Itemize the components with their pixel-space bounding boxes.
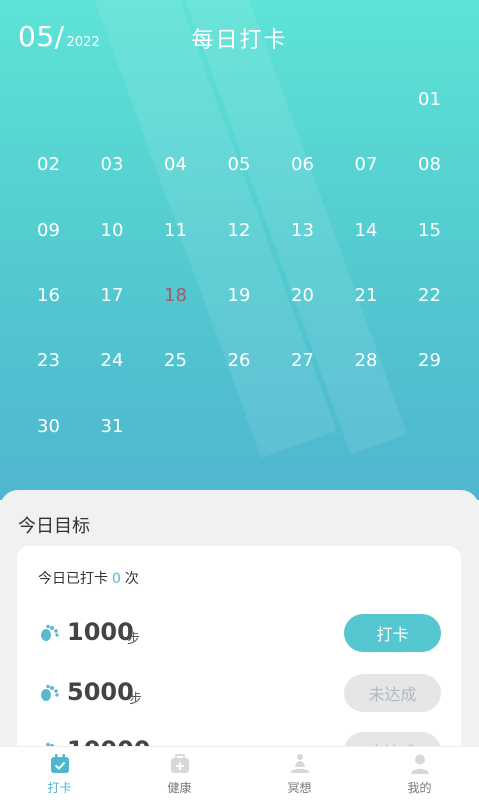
calendar-day-label: 12	[227, 219, 251, 241]
calendar-day[interactable]: 14	[335, 198, 398, 263]
calendar-day[interactable]: 02	[17, 132, 80, 197]
calendar-day-label: 15	[418, 219, 441, 241]
calendar-day[interactable]: 31	[81, 394, 144, 459]
calendar-day[interactable]: 23	[17, 328, 80, 393]
calendar-day-label: 24	[100, 350, 124, 372]
calendar-day[interactable]: 22	[398, 263, 461, 328]
calendar-day[interactable]: 21	[335, 263, 398, 328]
calendar-day[interactable]: 19	[208, 263, 271, 328]
calendar-day-label: 13	[291, 219, 314, 241]
calendar-day[interactable]: 08	[398, 132, 461, 197]
goal-unit: 步	[129, 692, 143, 707]
calendar-day[interactable]: 17	[81, 263, 144, 328]
goals-card: 今日已打卡 0 次 1000 步 打卡 5000 步 未达成	[17, 546, 461, 776]
calendar-day-label: 28	[354, 350, 378, 372]
section-title: 今日目标	[18, 516, 90, 537]
calendar-day[interactable]: 13	[271, 198, 334, 263]
calendar-day-label: 05	[227, 154, 251, 176]
calendar-day[interactable]: 11	[144, 198, 207, 263]
tab-profile[interactable]: 我的	[360, 747, 479, 800]
calendar-day[interactable]: 16	[17, 263, 80, 328]
calendar-day[interactable]: 10	[81, 198, 144, 263]
calendar-day-label: 07	[354, 154, 378, 176]
calendar-day[interactable]: 01	[398, 67, 461, 132]
calendar-day-label: 09	[37, 219, 60, 241]
goal-row: 1000 步 打卡	[17, 614, 461, 654]
not-achieved-button[interactable]: 未达成	[344, 674, 441, 712]
calendar-day[interactable]: 20	[271, 263, 334, 328]
calendar-day[interactable]: 04	[144, 132, 207, 197]
calendar-day[interactable]: 24	[81, 328, 144, 393]
goal-unit: 步	[127, 632, 141, 647]
calendar-day-label: 19	[227, 284, 251, 306]
footprint-icon	[41, 684, 59, 701]
calendar-day-label: 01	[418, 89, 441, 110]
goals-sheet: 今日目标 今日已打卡 0 次 1000 步 打卡 5000 步 未达成	[0, 490, 479, 776]
calendar-day-label: 08	[418, 154, 441, 176]
tab-health[interactable]: 健康	[120, 747, 239, 800]
tab-label: 冥想	[287, 781, 312, 795]
checkin-suffix: 次	[124, 571, 139, 587]
calendar-day-label: 16	[37, 284, 60, 306]
footprint-icon	[41, 624, 59, 641]
calendar-header: 05/2022 每日打卡 01 02 03 04 05 06 07 08 09 10 11 12 13 1…	[0, 0, 479, 500]
meditation-icon	[291, 754, 309, 773]
calendar-day[interactable]: 29	[398, 328, 461, 393]
calendar-day[interactable]: 06	[271, 132, 334, 197]
calendar-day-label: 21	[354, 284, 378, 306]
tab-meditation[interactable]: 冥想	[240, 747, 359, 800]
checkin-prefix: 今日已打卡	[38, 571, 108, 587]
checkin-summary: 今日已打卡 0 次	[38, 568, 139, 588]
calendar-day[interactable]: 30	[17, 394, 80, 459]
tab-checkin[interactable]: 打卡	[0, 747, 119, 800]
calendar-day-label: 10	[100, 219, 124, 241]
calendar-day-label: 22	[418, 284, 441, 306]
calendar-day[interactable]: 25	[144, 328, 207, 393]
calendar-day-label: 03	[100, 154, 124, 176]
calendar-day-label: 31	[100, 415, 124, 437]
calendar-day-label: 30	[37, 415, 60, 437]
calendar-day[interactable]: 15	[398, 198, 461, 263]
calendar-day[interactable]: 07	[335, 132, 398, 197]
calendar-day-label: 27	[291, 350, 314, 372]
tab-label: 健康	[167, 781, 192, 795]
calendar-day[interactable]: 28	[335, 328, 398, 393]
checkin-count: 0	[112, 571, 121, 587]
user-icon	[411, 754, 429, 774]
goal-row: 5000 步 未达成	[17, 674, 461, 714]
calendar-day-label: 25	[164, 350, 187, 372]
calendar-day-label: 14	[354, 219, 378, 241]
calendar-day-label: 02	[37, 154, 60, 176]
bottom-tab-bar: 打卡 健康 冥想 我的	[0, 746, 479, 800]
calendar-day[interactable]: 12	[208, 198, 271, 263]
calendar-day-label: 17	[100, 284, 124, 306]
tab-label: 打卡	[47, 781, 72, 795]
calendar-day-label: 26	[227, 350, 251, 372]
medical-kit-icon	[171, 754, 189, 773]
calendar-day-label: 29	[418, 350, 441, 372]
calendar-day[interactable]: 09	[17, 198, 80, 263]
calendar-check-icon	[51, 754, 69, 773]
calendar-day[interactable]: 05	[208, 132, 271, 197]
checkin-button[interactable]: 打卡	[344, 614, 441, 652]
goal-value: 5000	[67, 678, 134, 706]
calendar-day-label: 20	[291, 284, 314, 306]
tab-label: 我的	[407, 781, 432, 795]
goal-value: 1000	[67, 618, 134, 646]
calendar-day-today[interactable]: 18	[144, 262, 207, 328]
calendar-day-label: 11	[164, 219, 187, 241]
calendar-day[interactable]: 26	[208, 328, 271, 393]
calendar-day-label: 18	[164, 284, 187, 306]
calendar-day-label: 06	[291, 154, 314, 176]
page-title: 每日打卡	[191, 28, 288, 53]
calendar-day-label: 23	[37, 350, 60, 372]
calendar-day[interactable]: 27	[271, 328, 334, 393]
calendar-day[interactable]: 03	[81, 132, 144, 197]
calendar-day-label: 04	[164, 154, 187, 176]
